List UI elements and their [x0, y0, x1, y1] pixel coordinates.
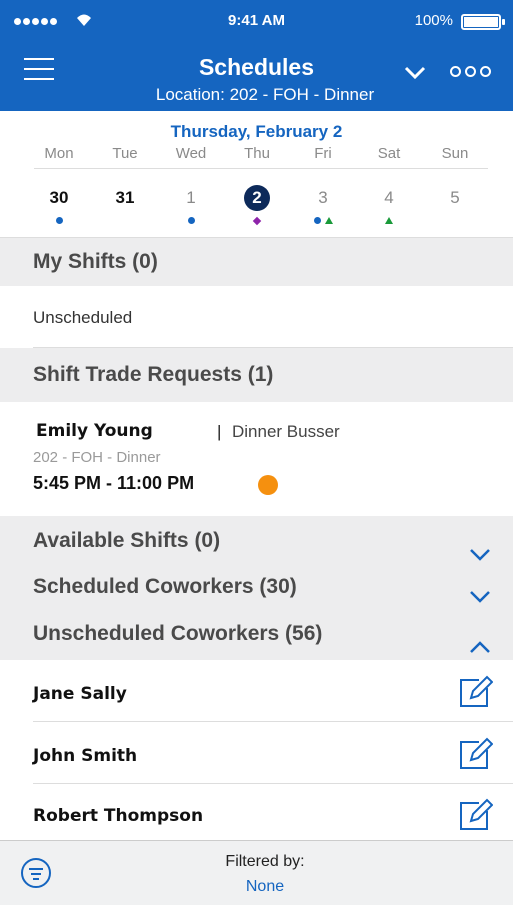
filter-value-link[interactable]: None [0, 878, 513, 896]
week-calendar: Thursday, February 2 Mon Tue Wed Thu Fri… [0, 111, 513, 238]
shift-dot-icon [55, 217, 63, 224]
shift-dot-icon [313, 217, 321, 224]
weekday-label: Mon [44, 145, 74, 162]
weekday-label: Thu [244, 145, 270, 162]
available-shifts-header[interactable]: Available Shifts (0) [0, 516, 513, 566]
calendar-day[interactable]: 30 [46, 185, 72, 211]
weekday-label: Sat [377, 145, 401, 162]
expand-chevron-icon[interactable] [467, 578, 493, 603]
coworker-row[interactable]: Robert Thompson [0, 784, 513, 840]
weekday-label: Tue [112, 145, 138, 162]
calendar-day[interactable]: 1 [178, 185, 204, 211]
weekday-label: Sun [441, 145, 469, 162]
coworker-name: Robert Thompson [33, 806, 204, 826]
calendar-day-selected[interactable]: 2 [244, 185, 270, 211]
unscheduled-coworkers-label: Unscheduled Coworkers (56) [33, 622, 323, 645]
weekday-label: Fri [314, 145, 332, 162]
calendar-divider [34, 168, 488, 169]
coworker-row[interactable]: Jane Sally [0, 660, 513, 722]
more-options-icon[interactable] [450, 66, 491, 77]
unscheduled-label: Unscheduled [33, 308, 133, 327]
edit-icon[interactable] [457, 674, 494, 710]
request-time: 5:45 PM - 11:00 PM [33, 473, 195, 493]
status-bar: 9:41 AM 100% [0, 0, 513, 44]
app-header: 9:41 AM 100% Schedules Location: 202 - F… [0, 0, 513, 111]
coworker-name: John Smith [33, 746, 138, 766]
calendar-day[interactable]: 4 [376, 185, 402, 211]
my-shifts-empty-row: Unscheduled [0, 286, 513, 348]
unscheduled-coworkers-header[interactable]: Unscheduled Coworkers (56) [0, 608, 513, 660]
location-subtitle[interactable]: Location: 202 - FOH - Dinner [0, 85, 513, 105]
requester-name: Emily Young [36, 421, 153, 441]
battery-percentage: 100% [414, 12, 453, 29]
role-separator: | [217, 422, 222, 441]
weekday-label: Wed [175, 145, 207, 162]
trade-request-item[interactable]: Emily Young | Dinner Busser 202 - FOH - … [0, 402, 513, 516]
calendar-day[interactable]: 5 [442, 185, 468, 211]
collapse-chevron-icon[interactable] [467, 625, 493, 653]
calendar-day[interactable]: 31 [112, 185, 138, 211]
coworker-row[interactable]: John Smith [0, 722, 513, 784]
available-triangle-icon [324, 217, 333, 224]
scheduled-coworkers-label: Scheduled Coworkers (30) [33, 575, 297, 598]
coworker-name: Jane Sally [33, 684, 127, 704]
edit-icon[interactable] [457, 736, 494, 772]
filter-label: Filtered by: [225, 853, 305, 870]
day-indicators [26, 216, 488, 228]
available-shifts-label: Available Shifts (0) [33, 529, 221, 552]
scheduled-coworkers-header[interactable]: Scheduled Coworkers (30) [0, 566, 513, 608]
my-shifts-header: My Shifts (0) [0, 238, 513, 286]
shift-dot-icon [187, 217, 195, 224]
request-location: 202 - FOH - Dinner [33, 449, 161, 466]
battery-icon [461, 14, 505, 30]
filter-footer: Filtered by: None [0, 840, 513, 905]
page-title: Schedules [198, 54, 315, 80]
weekday-labels: Mon Tue Wed Thu Fri Sat Sun [26, 145, 488, 162]
edit-icon[interactable] [457, 797, 494, 833]
calendar-day[interactable]: 3 [310, 185, 336, 211]
trade-requests-header: Shift Trade Requests (1) [0, 348, 513, 402]
day-numbers: 30 31 1 2 3 4 5 [26, 185, 488, 211]
requester-role: Dinner Busser [232, 422, 340, 441]
selected-date-label: Thursday, February 2 [170, 122, 343, 141]
location-dropdown-chevron-icon[interactable] [400, 60, 430, 84]
expand-chevron-icon[interactable] [467, 532, 493, 561]
available-triangle-icon [385, 217, 393, 224]
pending-status-dot-icon [258, 475, 278, 495]
trade-diamond-icon [252, 216, 262, 226]
